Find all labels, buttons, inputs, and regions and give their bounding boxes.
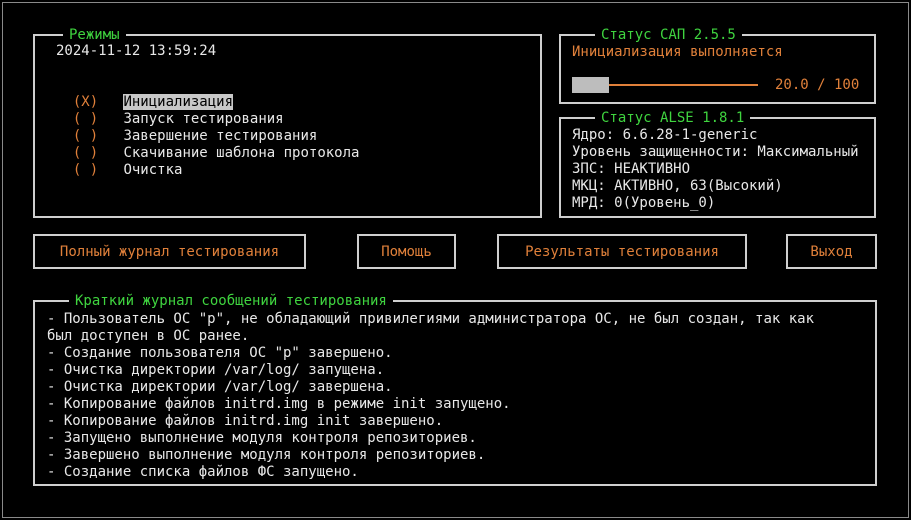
log-line: - Копирование файлов initrd.img init зав… [47,413,444,429]
sap-status-state: Инициализация выполняется [572,44,783,60]
progress-fill [572,77,609,93]
log-line: - Пользователь ОС "p", не обладающий при… [47,311,815,327]
mode-label: Очистка [123,162,183,178]
alse-kernel: Ядро: 6.6.28-1-generic [572,127,758,143]
radio-marker: ( ) [72,162,99,178]
alse-security-level: Уровень защищенности: Максимальный [572,144,859,160]
log-panel-title: Краткий журнал сообщений тестирования [69,292,393,310]
log-line: был доступен в ОС ранее. [47,328,250,344]
log-line: - Создание пользователя ОС "p" завершено… [47,345,393,361]
log-list: - Пользователь ОС "p", не обладающий при… [47,311,873,481]
log-line: - Запущено выполнение модуля контроля ре… [47,430,477,446]
modes-panel-title: Режимы [63,26,126,44]
help-button[interactable]: Помощь [357,234,456,269]
alse-zps: ЗПС: НЕАКТИВНО [572,161,691,177]
exit-button[interactable]: Выход [786,234,877,269]
progress-text: 20.0 / 100 [775,77,860,93]
sap-status-title: Статус САП 2.5.5 [595,26,742,44]
results-button[interactable]: Результаты тестирования [497,234,747,269]
log-line: - Копирование файлов initrd.img в режиме… [47,396,511,412]
mode-option-cleanup[interactable]: ( ) Очистка [56,145,183,179]
log-line: - Очистка директории /var/log/ запущена. [47,362,385,378]
log-line: - Завершено выполнение модуля контроля р… [47,447,486,463]
full-log-button[interactable]: Полный журнал тестирования [33,234,306,269]
log-line: - Очистка директории /var/log/ завершена… [47,379,393,395]
alse-mkc: МКЦ: АКТИВНО, 63(Высокий) [572,178,783,194]
current-datetime: 2024-11-12 13:59:24 [56,43,217,59]
log-line: - Создание списка файлов ФС запущено. [47,464,359,480]
alse-status-title: Статус ALSE 1.8.1 [595,109,751,127]
alse-mrd: МРД: 0(Уровень_0) [572,195,716,211]
